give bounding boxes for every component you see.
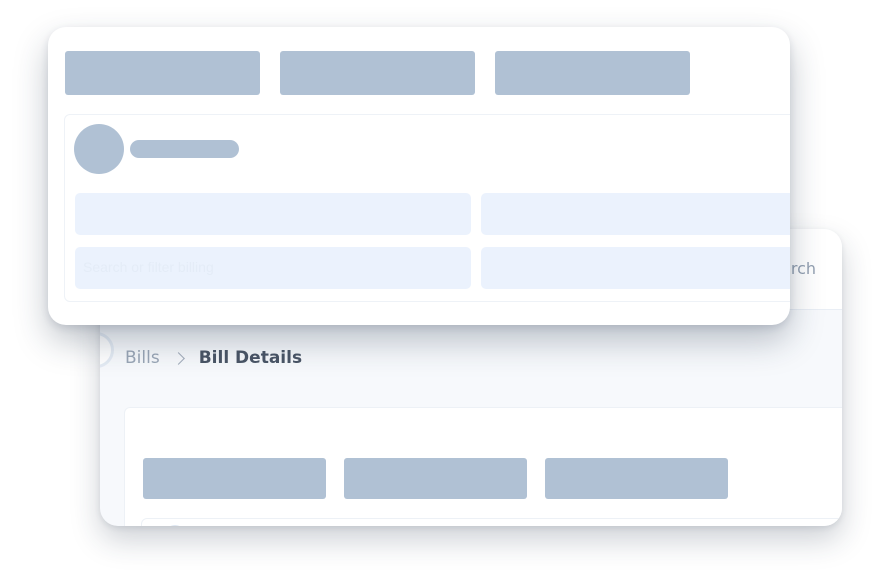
breadcrumb-bills-link[interactable]: Bills	[125, 348, 160, 368]
details-row-skeleton	[141, 518, 842, 526]
avatar-skeleton	[74, 124, 124, 174]
field-skeleton-text: Search or filter billing	[83, 259, 214, 275]
tab-skeleton-1	[143, 458, 326, 499]
skeleton-card: Search or filter billing	[48, 27, 790, 325]
sidebar-toggle-icon[interactable]	[100, 332, 114, 368]
loading-stage: arch Bills Bill Details Search or filter…	[0, 0, 891, 585]
tab-skeleton-1	[65, 51, 260, 95]
field-skeleton-3: Search or filter billing	[75, 247, 471, 289]
field-skeleton-2	[481, 193, 790, 235]
breadcrumb: Bills Bill Details	[125, 348, 302, 368]
breadcrumb-current: Bill Details	[198, 348, 303, 368]
field-skeleton-1	[75, 193, 471, 235]
chevron-right-icon	[171, 351, 185, 365]
tab-skeleton-2	[280, 51, 475, 95]
profile-skeleton-panel: Search or filter billing	[64, 114, 790, 302]
name-skeleton	[130, 140, 239, 158]
tab-skeleton-3	[495, 51, 690, 95]
tab-skeleton-3	[545, 458, 728, 499]
avatar-skeleton	[164, 525, 186, 526]
bill-details-panel	[124, 407, 842, 526]
field-skeleton-4	[481, 247, 790, 289]
tab-skeleton-2	[344, 458, 527, 499]
